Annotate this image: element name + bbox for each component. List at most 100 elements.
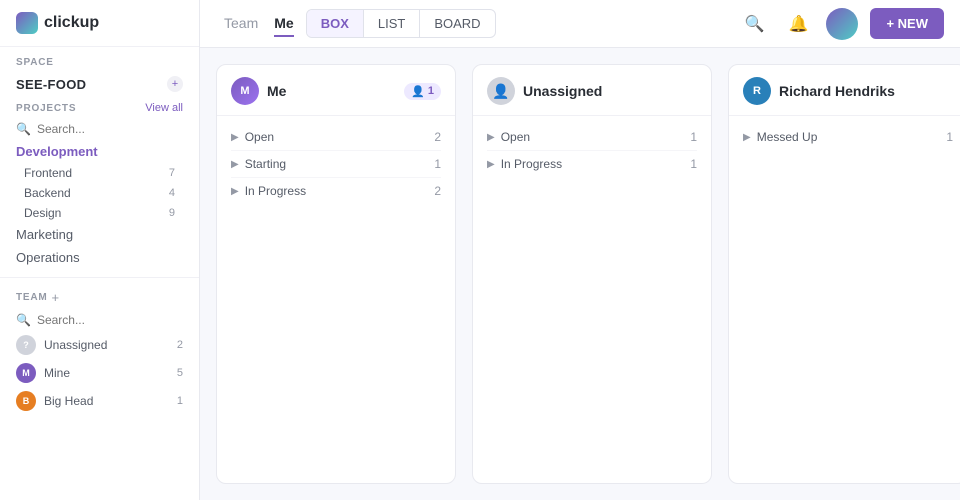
status-left: ▶ Open <box>231 130 274 144</box>
tab-me[interactable]: Me <box>274 11 293 37</box>
project-name: Operations <box>16 250 80 265</box>
member-count: 2 <box>177 339 183 351</box>
sidebar-header: clickup <box>0 0 199 47</box>
status-label: Messed Up <box>757 130 818 144</box>
col-user: 👤 Unassigned <box>487 77 602 105</box>
project-name: Development <box>16 144 98 159</box>
status-messed-up[interactable]: ▶ Messed Up 1 <box>743 124 953 150</box>
member-name: Mine <box>44 366 70 380</box>
search-icon: 🔍 <box>16 313 31 327</box>
member-name: Big Head <box>44 394 93 408</box>
main-area: Team Me BOX LIST BOARD 🔍 🔔 + NEW M Me 👤 … <box>200 0 960 500</box>
tab-team[interactable]: Team <box>224 11 258 37</box>
col-name: Richard Hendriks <box>779 83 895 99</box>
member-avatar: B <box>16 391 36 411</box>
tab-box[interactable]: BOX <box>307 10 364 37</box>
projects-search-box: 🔍 <box>0 118 199 140</box>
space-add-button[interactable]: + <box>167 76 183 92</box>
status-open[interactable]: ▶ Open 2 <box>231 124 441 151</box>
status-label: Open <box>501 130 530 144</box>
status-count: 2 <box>434 130 441 144</box>
status-label: Open <box>245 130 274 144</box>
status-count: 1 <box>946 130 953 144</box>
projects-search-input[interactable] <box>37 122 183 136</box>
subitem-count: 9 <box>169 207 175 219</box>
tab-board[interactable]: BOARD <box>420 10 494 37</box>
column-me: M Me 👤 1 ▶ Open 2 ▶ <box>216 64 456 484</box>
badge-count: 1 <box>428 85 434 97</box>
projects-header: PROJECTS View all <box>0 98 199 118</box>
col-header-richard: R Richard Hendriks <box>729 65 960 116</box>
team-member-bighead[interactable]: B Big Head 1 <box>0 387 199 415</box>
badge-icon: 👤 <box>411 85 425 98</box>
member-name: Unassigned <box>44 338 107 352</box>
team-member-mine[interactable]: M Mine 5 <box>0 359 199 387</box>
chevron-icon: ▶ <box>487 159 495 170</box>
col-avatar-me: M <box>231 77 259 105</box>
chevron-icon: ▶ <box>231 159 239 170</box>
member-info: ? Unassigned <box>16 335 107 355</box>
status-count: 1 <box>690 157 697 171</box>
status-left: ▶ Starting <box>231 157 286 171</box>
member-info: M Mine <box>16 363 70 383</box>
team-member-unassigned[interactable]: ? Unassigned 2 <box>0 331 199 359</box>
project-subitem-backend[interactable]: Backend 4 <box>0 183 199 203</box>
col-header-unassigned: 👤 Unassigned <box>473 65 711 116</box>
col-badge-me: 👤 1 <box>404 83 441 100</box>
team-search-input[interactable] <box>37 313 183 327</box>
team-add-button[interactable]: + <box>52 290 60 305</box>
subitem-count: 7 <box>169 167 175 179</box>
search-icon: 🔍 <box>16 122 31 136</box>
tab-list[interactable]: LIST <box>364 10 420 37</box>
divider <box>0 277 199 278</box>
member-avatar: ? <box>16 335 36 355</box>
member-count: 5 <box>177 367 183 379</box>
status-left: ▶ In Progress <box>231 184 306 198</box>
top-nav: Team Me BOX LIST BOARD 🔍 🔔 + NEW <box>200 0 960 48</box>
col-user-me: M Me <box>231 77 286 105</box>
team-search-box: 🔍 <box>0 309 199 331</box>
chevron-icon: ▶ <box>231 186 239 197</box>
subitem-name: Backend <box>24 186 71 200</box>
project-operations[interactable]: Operations <box>0 246 199 269</box>
project-name: Marketing <box>16 227 73 242</box>
member-info: B Big Head <box>16 391 93 411</box>
team-label: TEAM <box>16 292 48 303</box>
team-me-tabs: Team Me <box>216 11 294 37</box>
status-left: ▶ In Progress <box>487 157 562 171</box>
chevron-icon: ▶ <box>231 132 239 143</box>
project-subitem-frontend[interactable]: Frontend 7 <box>0 163 199 183</box>
status-starting[interactable]: ▶ Starting 1 <box>231 151 441 178</box>
space-name: SEE-FOOD <box>16 77 86 92</box>
col-user: R Richard Hendriks <box>743 77 895 105</box>
subitem-name: Frontend <box>24 166 72 180</box>
status-count: 1 <box>434 157 441 171</box>
view-all-button[interactable]: View all <box>145 102 183 114</box>
member-avatar: M <box>16 363 36 383</box>
logo[interactable]: clickup <box>16 12 99 34</box>
status-in-progress[interactable]: ▶ In Progress 1 <box>487 151 697 177</box>
col-avatar: 👤 <box>487 77 515 105</box>
column-richard: R Richard Hendriks ▶ Messed Up 1 <box>728 64 960 484</box>
user-avatar-button[interactable] <box>826 8 858 40</box>
status-open[interactable]: ▶ Open 1 <box>487 124 697 151</box>
project-marketing[interactable]: Marketing <box>0 223 199 246</box>
chevron-icon: ▶ <box>487 132 495 143</box>
subitem-count: 4 <box>169 187 175 199</box>
project-subitem-design[interactable]: Design 9 <box>0 203 199 223</box>
col-avatar: R <box>743 77 771 105</box>
chevron-icon: ▶ <box>743 132 751 143</box>
project-development[interactable]: Development <box>0 140 199 163</box>
column-unassigned: 👤 Unassigned ▶ Open 1 ▶ In Progress <box>472 64 712 484</box>
projects-label: PROJECTS <box>16 103 76 114</box>
space-header: SEE-FOOD + <box>0 72 199 98</box>
notifications-button[interactable]: 🔔 <box>782 8 814 40</box>
member-count: 1 <box>177 395 183 407</box>
status-count: 1 <box>690 130 697 144</box>
search-button[interactable]: 🔍 <box>738 8 770 40</box>
new-button[interactable]: + NEW <box>870 8 944 39</box>
status-count: 2 <box>434 184 441 198</box>
status-in-progress[interactable]: ▶ In Progress 2 <box>231 178 441 204</box>
status-left: ▶ Messed Up <box>743 130 817 144</box>
col-name: Unassigned <box>523 83 602 99</box>
